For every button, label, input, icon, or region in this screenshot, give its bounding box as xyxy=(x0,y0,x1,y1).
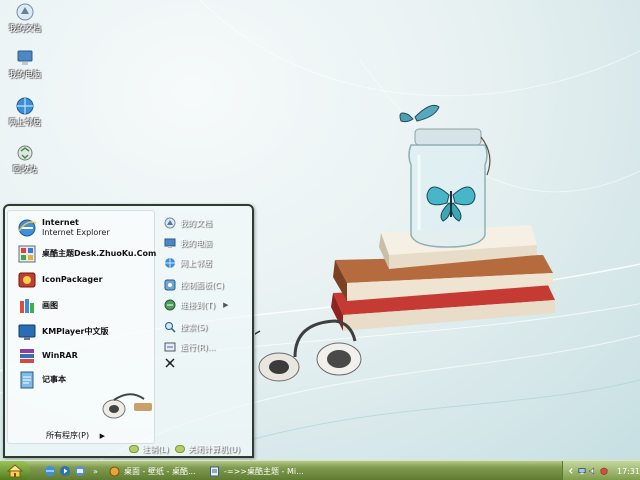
start-menu-places-panel: 我的文档 我的电脑 网上邻居 控制面板(C) 连接到(T) ▶ 搜索(S) 运行… xyxy=(160,210,252,410)
places-item-my-computer[interactable]: 我的电脑 xyxy=(164,236,212,250)
start-menu-pinned-panel: Internet Internet Explorer 桌酷主题Desk.Zhuo… xyxy=(7,210,156,444)
desktop-icon-label: 回收站 xyxy=(13,165,37,174)
pin-icon xyxy=(165,358,175,368)
quick-launch-more-button[interactable]: » xyxy=(93,467,98,476)
places-item-network-places[interactable]: 网上邻居 xyxy=(164,256,212,270)
start-menu: Internet Internet Explorer 桌酷主题Desk.Zhuo… xyxy=(3,204,254,458)
places-item-label: 我的电脑 xyxy=(180,238,212,248)
desktop-icon-network-places[interactable]: 网上邻居 xyxy=(0,96,50,128)
pinned-item-subtitle: Internet Explorer xyxy=(42,228,110,237)
speaker-tray-icon[interactable] xyxy=(589,466,597,476)
clock[interactable]: 17:31 xyxy=(617,467,640,476)
pinned-item-title: WinRAR xyxy=(42,351,78,360)
taskbar-button-label: 桌面 - 壁纸 - 桌酷... xyxy=(124,466,196,476)
places-item-label: 运行(R)... xyxy=(180,342,216,352)
internet-explorer-icon xyxy=(18,219,37,237)
headphones-thumbnail xyxy=(102,393,152,419)
pinned-item-winrar[interactable]: WinRAR xyxy=(16,345,78,367)
start-button[interactable] xyxy=(0,461,30,480)
start-menu-footer: 注销(L) 关闭计算机(U) xyxy=(5,442,252,456)
run-icon xyxy=(164,342,176,352)
shutdown-label: 关闭计算机(U) xyxy=(188,444,241,454)
pinned-item-title: 画图 xyxy=(42,301,58,310)
my-computer-icon xyxy=(164,238,176,248)
logoff-icon xyxy=(129,445,139,453)
my-documents-icon xyxy=(16,3,34,21)
document-icon xyxy=(210,466,219,476)
show-desktop-icon[interactable] xyxy=(74,465,86,477)
media-player-icon[interactable] xyxy=(59,465,71,477)
desktop-icon-label: 我的文档 xyxy=(9,24,41,33)
pinned-item-iconpackager[interactable]: IconPackager xyxy=(16,269,103,291)
pinned-item-internet-explorer[interactable]: Internet Internet Explorer xyxy=(16,217,110,239)
zhuoku-theme-icon xyxy=(18,245,36,263)
search-icon xyxy=(165,322,176,333)
taskbar-button-zhuoku-theme[interactable]: -=>>桌酷主题 - Mi... xyxy=(206,463,304,479)
internet-explorer-icon[interactable] xyxy=(44,465,56,477)
tray-arrow-icon[interactable] xyxy=(567,466,575,476)
desktop-icon-recycle-bin[interactable]: 回收站 xyxy=(0,143,50,175)
places-item-label: 搜索(S) xyxy=(180,322,208,332)
pinned-item-title: KMPlayer中文版 xyxy=(42,327,109,336)
desktop-icon-my-computer[interactable]: 我的电脑 xyxy=(0,48,50,80)
glass-jar-illustration xyxy=(408,128,491,248)
taskbar-button-desktop-wallpaper[interactable]: 桌面 - 壁纸 - 桌酷... xyxy=(106,463,204,479)
pinned-item-title: 桌酷主题Desk.ZhuoKu.Com xyxy=(42,249,157,258)
desktop-icon-label: 我的电脑 xyxy=(9,70,41,79)
pinned-item-title: IconPackager xyxy=(42,275,103,284)
pinned-item-paint[interactable]: 画图 xyxy=(16,295,58,317)
places-item-search[interactable]: 搜索(S) xyxy=(164,320,207,334)
all-programs-button[interactable]: 所有程序(P) ▶ xyxy=(46,430,105,441)
wallpaper-still-life xyxy=(255,104,555,382)
folder-icon xyxy=(109,466,120,476)
logoff-label: 注销(L) xyxy=(142,444,169,454)
desktop-icon-my-documents[interactable]: 我的文档 xyxy=(0,2,50,34)
pinned-item-title: 记事本 xyxy=(42,375,66,384)
pinned-item-notepad[interactable]: 记事本 xyxy=(16,369,66,391)
places-item-my-documents[interactable]: 我的文档 xyxy=(164,216,212,230)
network-tray-icon[interactable] xyxy=(578,466,586,476)
places-item-control-panel[interactable]: 控制面板(C) xyxy=(164,278,224,292)
places-item-label: 控制面板(C) xyxy=(180,280,224,290)
desktop-icon-label: 网上邻居 xyxy=(9,118,41,127)
chevron-right-icon: ▶ xyxy=(223,301,229,309)
places-item-label: 网上邻居 xyxy=(180,258,212,268)
places-item-run[interactable]: 运行(R)... xyxy=(164,340,215,354)
control-panel-icon xyxy=(164,279,176,291)
shutdown-button[interactable]: 关闭计算机(U) xyxy=(175,444,240,454)
chevron-right-icon: ▶ xyxy=(99,432,106,440)
system-tray: 17:31 xyxy=(562,461,640,480)
connect-to-icon xyxy=(164,299,176,311)
places-item-label: 连接到(T) xyxy=(180,300,216,310)
taskbar-button-label: -=>>桌酷主题 - Mi... xyxy=(224,466,304,476)
taskbar: » 桌面 - 壁纸 - 桌酷... -=>>桌酷主题 - Mi... 17:31 xyxy=(0,460,640,480)
home-icon xyxy=(7,464,23,478)
kmplayer-icon xyxy=(18,324,36,340)
recycle-bin-icon xyxy=(17,145,33,161)
iconpackager-icon xyxy=(18,272,36,288)
butterfly-on-lid-illustration xyxy=(399,104,440,123)
notepad-icon xyxy=(20,371,34,389)
quick-launch-bar: » xyxy=(44,464,98,478)
winrar-icon xyxy=(20,349,34,363)
places-item-pin[interactable] xyxy=(164,356,180,370)
paint-icon xyxy=(20,299,34,313)
pinned-item-title: Internet xyxy=(42,218,79,227)
all-programs-label: 所有程序(P) xyxy=(46,431,90,440)
my-documents-icon xyxy=(164,217,176,229)
security-tray-icon[interactable] xyxy=(600,466,608,476)
network-places-icon xyxy=(16,97,34,115)
places-item-connect-to[interactable]: 连接到(T) ▶ xyxy=(164,298,229,312)
network-places-icon xyxy=(165,258,175,268)
places-item-label: 我的文档 xyxy=(180,218,212,228)
my-computer-icon xyxy=(17,50,33,65)
logoff-button[interactable]: 注销(L) xyxy=(129,444,169,454)
power-icon xyxy=(175,445,185,453)
pinned-item-zhuoku-theme[interactable]: 桌酷主题Desk.ZhuoKu.Com xyxy=(16,243,156,265)
pinned-item-kmplayer[interactable]: KMPlayer中文版 xyxy=(16,321,109,343)
